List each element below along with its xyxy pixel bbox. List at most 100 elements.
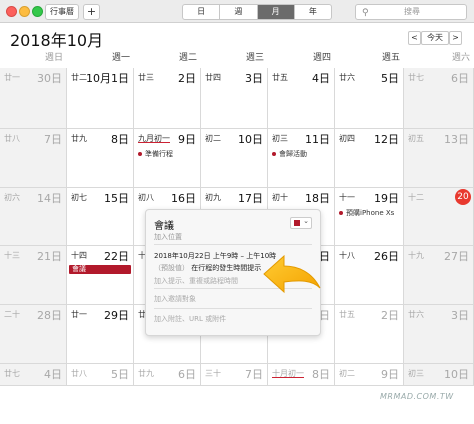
day-number: 28日 [37,309,62,322]
day-number: 8日 [111,133,129,146]
view-year-tab[interactable]: 年 [295,5,331,19]
day-cell[interactable]: 初二 10日 [201,129,268,188]
day-cell[interactable]: 三十 7日 [201,364,268,386]
day-cell[interactable]: 廿八 5日 [67,364,134,386]
previous-month-button[interactable]: < [408,31,421,45]
lunar-date: 初二 [205,134,221,143]
day-cell[interactable]: 廿七 6日 [404,68,474,129]
day-cell[interactable]: 十三 21日 [0,246,67,305]
calendar-color-picker[interactable]: ⌄ [290,217,312,229]
lunar-date: 十四 [71,251,87,260]
day-cell[interactable]: 廿七 4日 [0,364,67,386]
minimize-window-button[interactable] [19,6,30,17]
weekday-label: 週五 [381,53,400,63]
day-cell[interactable]: 初五 13日 [404,129,474,188]
day-cell[interactable]: 初六 14日 [0,188,67,246]
today-button[interactable]: 今天 [421,31,449,45]
day-cell[interactable]: 初三 10日 [404,364,474,386]
day-cell[interactable]: 初二 9日 [335,364,404,386]
lunar-date: 初十 [272,193,288,202]
day-cell[interactable]: 十九 27日 [404,246,474,305]
lunar-date: 十八 [339,251,355,260]
day-number: 18日 [305,192,330,205]
add-notes-field[interactable]: 加入附註、URL 或附件 [154,314,226,324]
day-cell[interactable]: 二十 28日 [0,305,67,364]
view-month-tab[interactable]: 月 [257,5,295,19]
day-number: 4日 [312,72,330,85]
search-icon: ⚲ [362,8,369,18]
day-number: 16日 [171,192,196,205]
day-cell[interactable]: 十一 19日 預購iPhone Xs [335,188,404,246]
day-number: 17日 [238,192,263,205]
day-cell[interactable]: 九月初一 9日 準備行程 [134,129,201,188]
weekday-label: 週二 [178,53,197,63]
selected-event-bar[interactable]: 會議 [69,265,131,274]
alert-field[interactable]: （預設值） 在行程的發生時間提示 [154,263,261,273]
add-alert-repeat-travel-field[interactable]: 加入提示、重複或路程時間 [154,276,238,286]
day-number: 13日 [444,133,469,146]
day-cell[interactable]: 十八 26日 [335,246,404,305]
next-month-button[interactable]: > [449,31,462,45]
lunar-date: 初二 [339,369,355,378]
day-cell[interactable]: 廿五 4日 [268,68,335,129]
lunar-date: 初三 [272,134,288,143]
view-day-tab[interactable]: 日 [183,5,221,19]
day-number: 7日 [245,368,263,381]
lunar-date: 初七 [71,193,87,202]
day-cell[interactable]: 廿一 30日 [0,68,67,129]
day-cell[interactable]: 初七 15日 [67,188,134,246]
lunar-date: 十二 [408,193,424,202]
day-cell[interactable]: 十四 22日會議 [67,246,134,305]
lunar-date: 初四 [339,134,355,143]
day-cell[interactable]: 十月初一 8日 [268,364,335,386]
event-title-field[interactable]: 會議 [154,217,174,232]
day-number: 22日 [104,250,129,263]
lunar-date: 廿六 [339,73,355,82]
calendar-event[interactable]: 會歸活動 [272,149,307,159]
lunar-date: 廿七 [408,73,424,82]
day-number: 9日 [381,368,399,381]
close-window-button[interactable] [6,6,17,17]
lunar-date: 廿六 [408,310,424,319]
lunar-date: 廿九 [138,369,154,378]
day-cell[interactable]: 廿三 2日 [134,68,201,129]
add-event-button[interactable]: + [83,4,100,20]
event-time-field[interactable]: 2018年10月22日 上午9時 – 上午10時 [154,251,276,261]
search-input[interactable]: ⚲ 搜尋 [355,4,467,20]
lunar-date: 廿一 [71,310,87,319]
day-number: 27日 [444,250,469,263]
view-week-tab[interactable]: 週 [220,5,258,19]
day-number: 6日 [451,72,469,85]
calendar-event[interactable]: 準備行程 [138,149,173,159]
day-cell[interactable]: 十二 20 [404,188,474,246]
day-cell[interactable]: 初三 11日會歸活動 [268,129,335,188]
day-cell[interactable]: 廿六 5日 [335,68,404,129]
day-number: 6日 [178,368,196,381]
day-cell[interactable]: 廿九 8日 [67,129,134,188]
lunar-date: 初五 [408,134,424,143]
lunar-date: 二十 [4,310,20,319]
day-cell[interactable]: 廿五 2日 [335,305,404,364]
zoom-window-button[interactable] [32,6,43,17]
calendar-color-swatch [294,220,300,226]
day-number: 8日 [312,368,330,381]
day-cell[interactable]: 廿二 10月1日 [67,68,134,129]
day-cell[interactable]: 廿四 3日 [201,68,268,129]
day-number: 9日 [178,133,196,146]
day-number: 11日 [305,133,330,146]
lunar-date: 廿四 [205,73,221,82]
day-cell[interactable]: 廿一 29日 [67,305,134,364]
lunar-date: 廿五 [272,73,288,82]
day-cell[interactable]: 廿九 6日 [134,364,201,386]
lunar-date: 廿一 [4,73,20,82]
lunar-date: 初八 [138,193,154,202]
add-invitees-field[interactable]: 加入邀請對象 [154,294,196,304]
calendars-button[interactable]: 行事曆 [45,4,79,20]
day-cell[interactable]: 廿八 7日 [0,129,67,188]
day-cell[interactable]: 廿六 3日 [404,305,474,364]
divider [154,308,312,309]
day-cell[interactable]: 初四 12日 [335,129,404,188]
calendar-event[interactable]: 預購iPhone Xs [339,208,394,218]
day-number: 21日 [37,250,62,263]
location-field[interactable]: 加入位置 [154,232,182,242]
